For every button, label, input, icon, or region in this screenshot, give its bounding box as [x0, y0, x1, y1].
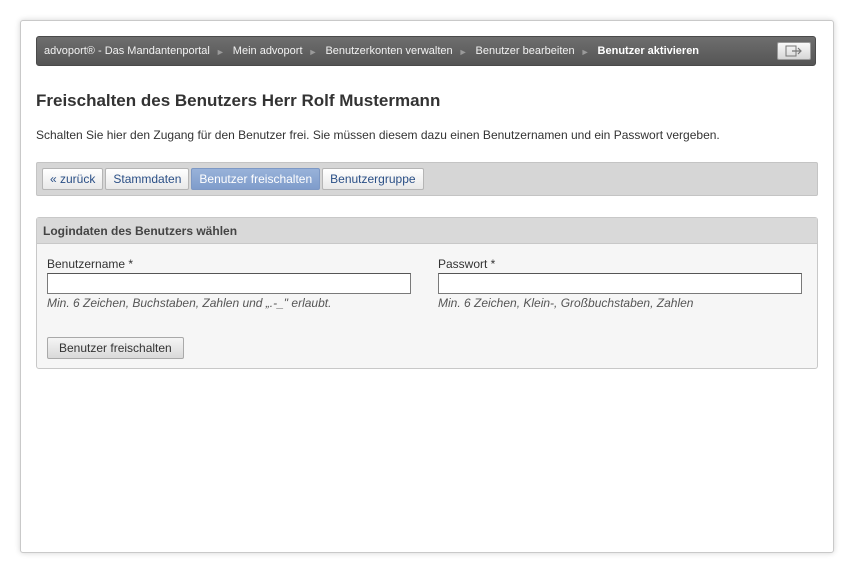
tab-benutzergruppe[interactable]: Benutzergruppe	[322, 168, 424, 190]
breadcrumb-item-portal[interactable]: advoport® - Das Mandantenportal	[44, 45, 210, 57]
tab-bar: « zurück Stammdaten Benutzer freischalte…	[36, 162, 818, 196]
panel-heading: Logindaten des Benutzers wählen	[37, 218, 817, 244]
breadcrumb: advoport® - Das Mandantenportal ► Mein a…	[36, 36, 816, 66]
tab-benutzer-freischalten[interactable]: Benutzer freischalten	[191, 168, 321, 190]
main-window: advoport® - Das Mandantenportal ► Mein a…	[20, 20, 834, 553]
username-input[interactable]	[47, 273, 411, 294]
password-input[interactable]	[438, 273, 802, 294]
breadcrumb-separator-icon: ►	[215, 47, 225, 57]
username-label: Benutzername *	[47, 257, 134, 271]
breadcrumb-item-current: Benutzer aktivieren	[597, 45, 700, 57]
breadcrumb-item-benutzer-bearbeiten[interactable]: Benutzer bearbeiten	[476, 45, 575, 57]
activate-user-button[interactable]: Benutzer freischalten	[47, 337, 184, 359]
page-intro: Schalten Sie hier den Zugang für den Ben…	[36, 128, 720, 142]
page-title: Freischalten des Benutzers Herr Rolf Mus…	[36, 91, 441, 110]
logout-button[interactable]	[777, 42, 811, 60]
breadcrumb-item-mein-advoport[interactable]: Mein advoport	[233, 45, 303, 57]
tab-stammdaten[interactable]: Stammdaten	[105, 168, 190, 190]
breadcrumb-separator-icon: ►	[580, 47, 590, 57]
breadcrumb-separator-icon: ►	[458, 47, 468, 57]
breadcrumb-separator-icon: ►	[308, 47, 318, 57]
password-field-group: Passwort * Min. 6 Zeichen, Klein-, Großb…	[438, 257, 802, 310]
breadcrumb-item-benutzerkonten[interactable]: Benutzerkonten verwalten	[325, 45, 452, 57]
password-hint: Min. 6 Zeichen, Klein-, Großbuchstaben, …	[438, 296, 694, 310]
login-data-panel: Logindaten des Benutzers wählen Benutzer…	[36, 217, 818, 369]
username-hint: Min. 6 Zeichen, Buchstaben, Zahlen und „…	[47, 296, 332, 310]
username-field-group: Benutzername * Min. 6 Zeichen, Buchstabe…	[47, 257, 411, 310]
logout-icon	[785, 45, 802, 57]
tab-back[interactable]: « zurück	[42, 168, 104, 190]
password-label: Passwort *	[438, 257, 496, 271]
